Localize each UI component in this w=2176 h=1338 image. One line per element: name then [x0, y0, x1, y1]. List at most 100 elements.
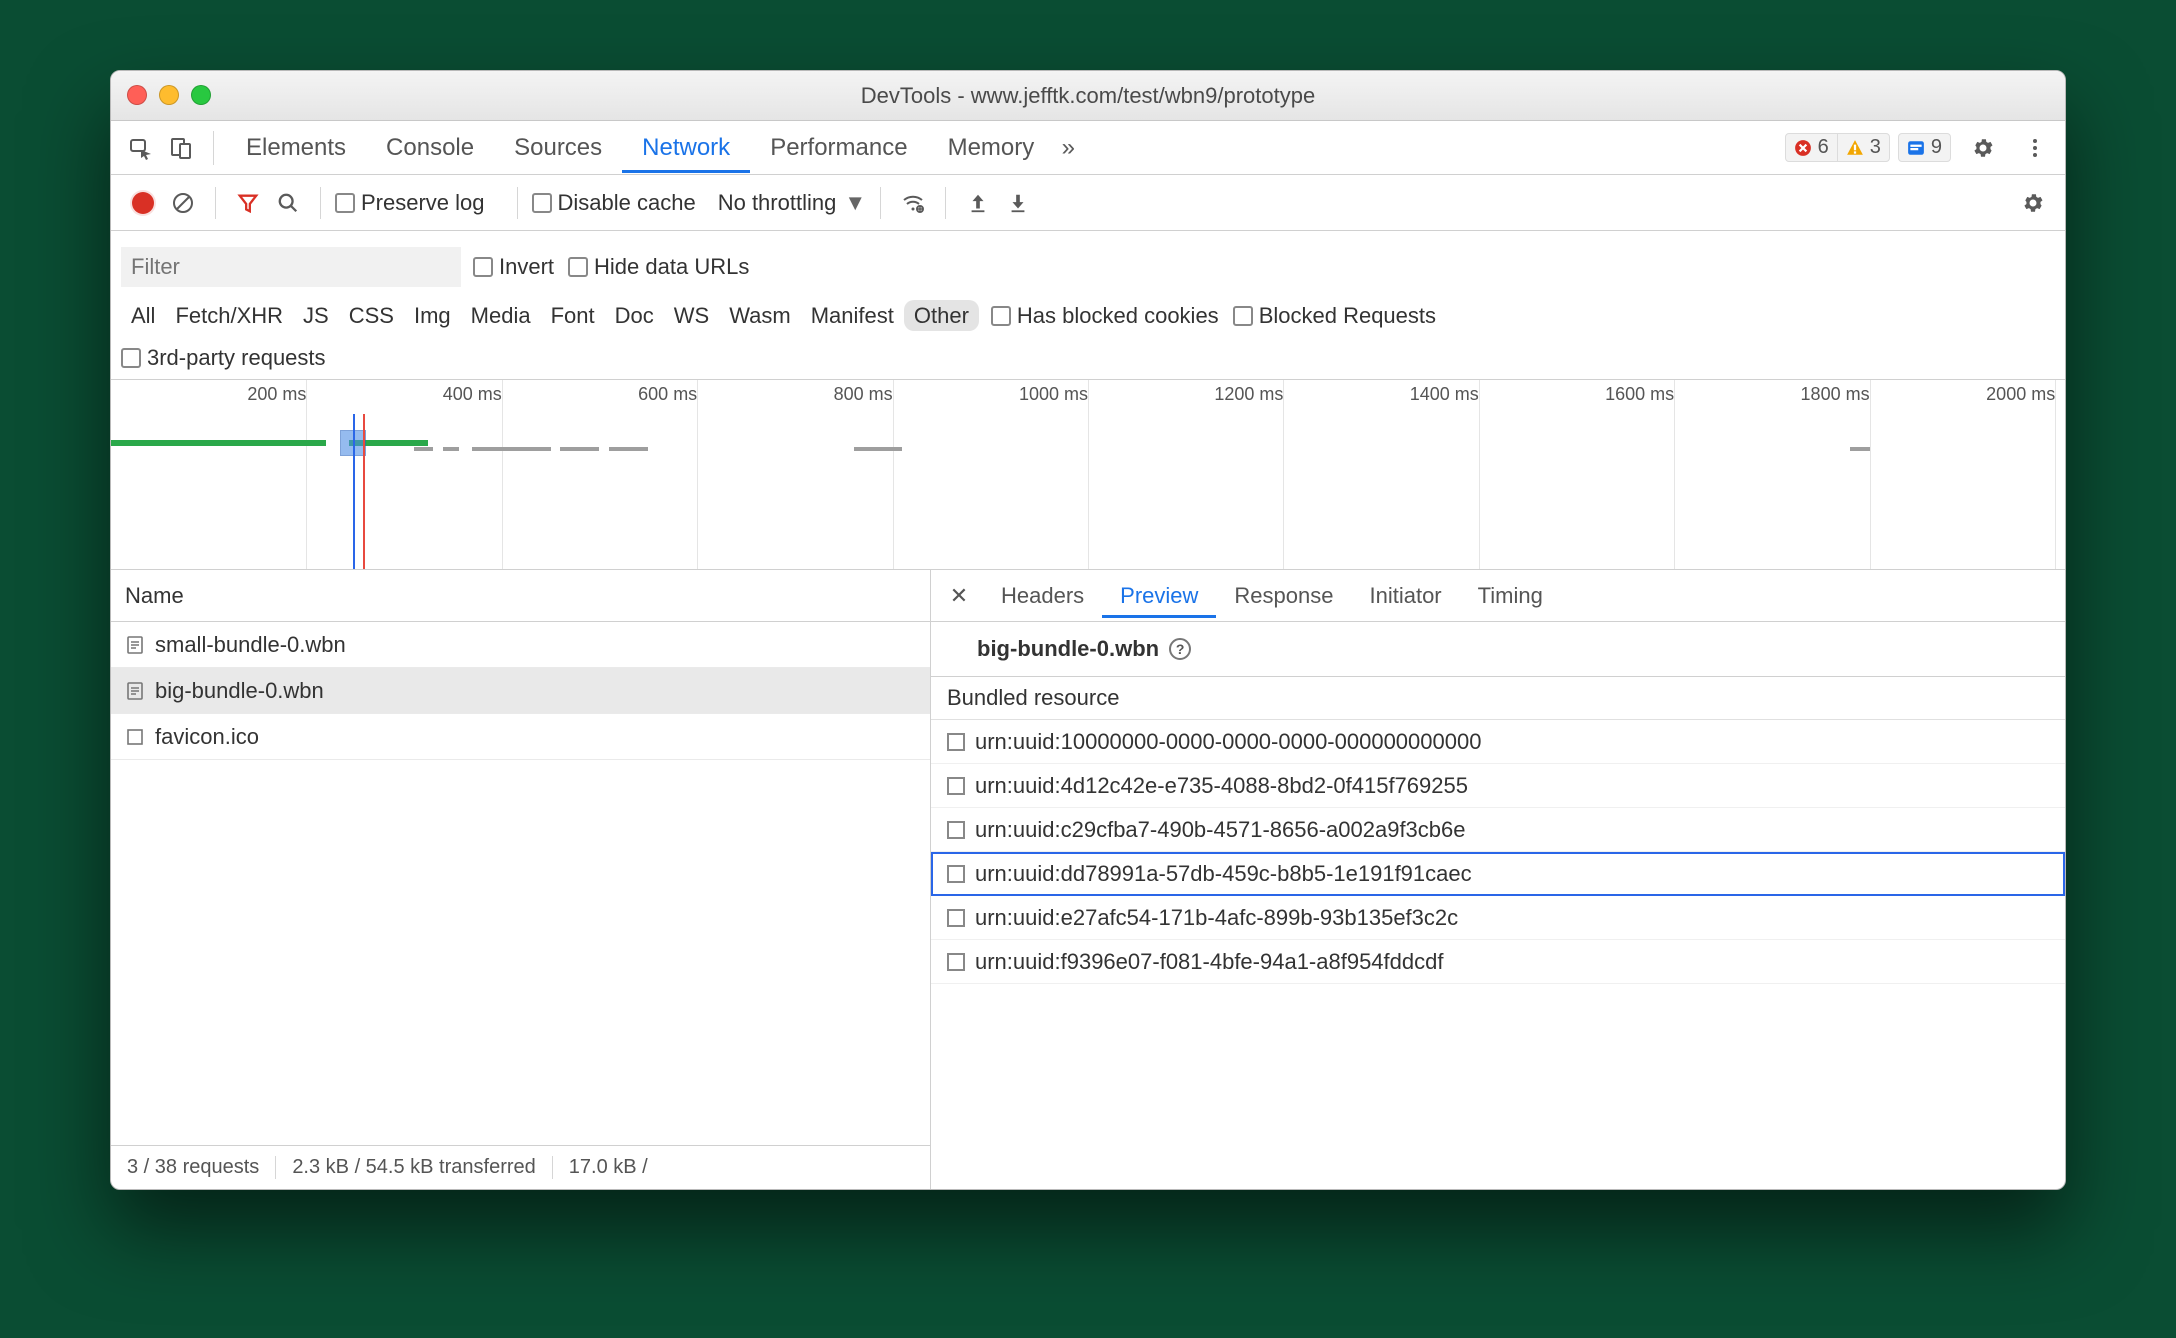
- network-conditions-icon[interactable]: [895, 185, 931, 221]
- type-filter-wasm[interactable]: Wasm: [719, 300, 801, 331]
- resource-icon: [947, 733, 965, 751]
- request-row[interactable]: big-bundle-0.wbn: [111, 668, 930, 714]
- filter-icon[interactable]: [230, 185, 266, 221]
- has-blocked-cookies-checkbox[interactable]: Has blocked cookies: [991, 303, 1219, 329]
- resource-icon: [947, 909, 965, 927]
- type-filter-js[interactable]: JS: [293, 300, 339, 331]
- network-settings-icon[interactable]: [2015, 185, 2051, 221]
- type-filter-fetch-xhr[interactable]: Fetch/XHR: [165, 300, 293, 331]
- detail-tab-preview[interactable]: Preview: [1102, 573, 1216, 618]
- request-row[interactable]: small-bundle-0.wbn: [111, 622, 930, 668]
- preview-pane: big-bundle-0.wbn ? Bundled resource urn:…: [931, 622, 2065, 1189]
- bundled-resource-item[interactable]: urn:uuid:c29cfba7-490b-4571-8656-a002a9f…: [931, 808, 2065, 852]
- preview-title: big-bundle-0.wbn: [977, 636, 1159, 662]
- hide-data-urls-checkbox[interactable]: Hide data URLs: [568, 254, 749, 280]
- timeline-tick: 600 ms: [638, 384, 697, 405]
- resource-icon: [947, 821, 965, 839]
- panel-tab-network[interactable]: Network: [622, 122, 750, 173]
- panel-tabs: ElementsConsoleSourcesNetworkPerformance…: [111, 121, 2065, 175]
- request-name: favicon.ico: [155, 724, 259, 750]
- request-name: small-bundle-0.wbn: [155, 632, 346, 658]
- resource-url: urn:uuid:c29cfba7-490b-4571-8656-a002a9f…: [975, 817, 1466, 843]
- type-filter-doc[interactable]: Doc: [605, 300, 664, 331]
- status-bar: 3 / 38 requests 2.3 kB / 54.5 kB transfe…: [111, 1145, 930, 1189]
- timeline-tick: 1000 ms: [1019, 384, 1088, 405]
- clear-button[interactable]: [165, 185, 201, 221]
- type-filter-img[interactable]: Img: [404, 300, 461, 331]
- timeline-tick: 1200 ms: [1214, 384, 1283, 405]
- timeline-tick: 200 ms: [247, 384, 306, 405]
- separator: [945, 187, 946, 219]
- more-menu-icon[interactable]: [2015, 128, 2055, 168]
- resource-url: urn:uuid:dd78991a-57db-459c-b8b5-1e191f9…: [975, 861, 1472, 887]
- close-detail-icon[interactable]: ✕: [941, 583, 977, 609]
- device-toolbar-icon[interactable]: [161, 128, 201, 168]
- panel-tab-sources[interactable]: Sources: [494, 122, 622, 173]
- detail-tab-initiator[interactable]: Initiator: [1351, 573, 1459, 618]
- request-list-panel: Name small-bundle-0.wbn big-bundle-0.wbn f…: [111, 570, 931, 1189]
- overflow-tabs-icon[interactable]: »: [1054, 128, 1082, 168]
- resource-icon: [947, 777, 965, 795]
- panel-tab-memory[interactable]: Memory: [928, 122, 1055, 173]
- minimize-window-button[interactable]: [159, 85, 179, 105]
- detail-tab-headers[interactable]: Headers: [983, 573, 1102, 618]
- bundled-resource-item[interactable]: urn:uuid:f9396e07-f081-4bfe-94a1-a8f954f…: [931, 940, 2065, 984]
- blocked-requests-checkbox[interactable]: Blocked Requests: [1233, 303, 1436, 329]
- warnings-badge[interactable]: 3: [1838, 134, 1889, 161]
- type-filter-all[interactable]: All: [121, 300, 165, 331]
- throttling-select[interactable]: No throttling ▼: [718, 190, 866, 216]
- separator: [880, 187, 881, 219]
- name-column-header[interactable]: Name: [111, 570, 930, 622]
- type-filter-css[interactable]: CSS: [339, 300, 404, 331]
- bundled-resource-item[interactable]: urn:uuid:4d12c42e-e735-4088-8bd2-0f415f7…: [931, 764, 2065, 808]
- search-icon[interactable]: [270, 185, 306, 221]
- panel-tab-console[interactable]: Console: [366, 122, 494, 173]
- issues-badge[interactable]: 9: [1898, 133, 1951, 162]
- close-window-button[interactable]: [127, 85, 147, 105]
- type-filter-manifest[interactable]: Manifest: [801, 300, 904, 331]
- status-resources: 17.0 kB /: [553, 1156, 664, 1179]
- status-transferred: 2.3 kB / 54.5 kB transferred: [276, 1156, 552, 1179]
- separator: [517, 187, 518, 219]
- zoom-window-button[interactable]: [191, 85, 211, 105]
- detail-tabs: ✕ HeadersPreviewResponseInitiatorTiming: [931, 570, 2065, 622]
- request-name: big-bundle-0.wbn: [155, 678, 324, 704]
- panel-tab-performance[interactable]: Performance: [750, 122, 927, 173]
- upload-har-icon[interactable]: [960, 185, 996, 221]
- split-view: Name small-bundle-0.wbn big-bundle-0.wbn f…: [111, 570, 2065, 1189]
- record-button[interactable]: [125, 185, 161, 221]
- settings-icon[interactable]: [1963, 128, 2003, 168]
- detail-tab-timing[interactable]: Timing: [1460, 573, 1561, 618]
- type-filter-font[interactable]: Font: [541, 300, 605, 331]
- filter-input[interactable]: [121, 247, 461, 287]
- timeline-tick: 1800 ms: [1801, 384, 1870, 405]
- errors-badge[interactable]: 6: [1786, 134, 1838, 161]
- chevron-down-icon: ▼: [844, 190, 866, 216]
- inspect-element-icon[interactable]: [121, 128, 161, 168]
- disable-cache-checkbox[interactable]: Disable cache: [532, 190, 696, 216]
- type-filter-other[interactable]: Other: [904, 300, 979, 331]
- detail-tab-response[interactable]: Response: [1216, 573, 1351, 618]
- third-party-requests-checkbox[interactable]: 3rd-party requests: [121, 345, 326, 371]
- bundled-resource-item[interactable]: urn:uuid:e27afc54-171b-4afc-899b-93b135e…: [931, 896, 2065, 940]
- invert-checkbox[interactable]: Invert: [473, 254, 554, 280]
- request-row[interactable]: favicon.ico: [111, 714, 930, 760]
- separator: [213, 131, 214, 165]
- timeline-overview[interactable]: 200 ms400 ms600 ms800 ms1000 ms1200 ms14…: [111, 380, 2065, 570]
- download-har-icon[interactable]: [1000, 185, 1036, 221]
- separator: [320, 187, 321, 219]
- separator: [215, 187, 216, 219]
- help-icon[interactable]: ?: [1169, 638, 1191, 660]
- resource-url: urn:uuid:10000000-0000-0000-0000-0000000…: [975, 729, 1481, 755]
- type-filter-media[interactable]: Media: [461, 300, 541, 331]
- type-filter-ws[interactable]: WS: [664, 300, 719, 331]
- issue-count: 9: [1931, 136, 1942, 159]
- window-title: DevTools - www.jefftk.com/test/wbn9/prot…: [861, 83, 1315, 109]
- bundled-resource-item[interactable]: urn:uuid:10000000-0000-0000-0000-0000000…: [931, 720, 2065, 764]
- detail-panel: ✕ HeadersPreviewResponseInitiatorTiming …: [931, 570, 2065, 1189]
- preserve-log-checkbox[interactable]: Preserve log: [335, 190, 485, 216]
- titlebar: DevTools - www.jefftk.com/test/wbn9/prot…: [111, 71, 2065, 121]
- panel-tab-elements[interactable]: Elements: [226, 122, 366, 173]
- bundled-resource-item[interactable]: urn:uuid:dd78991a-57db-459c-b8b5-1e191f9…: [931, 852, 2065, 896]
- console-issues-badges[interactable]: 6 3: [1785, 133, 1890, 162]
